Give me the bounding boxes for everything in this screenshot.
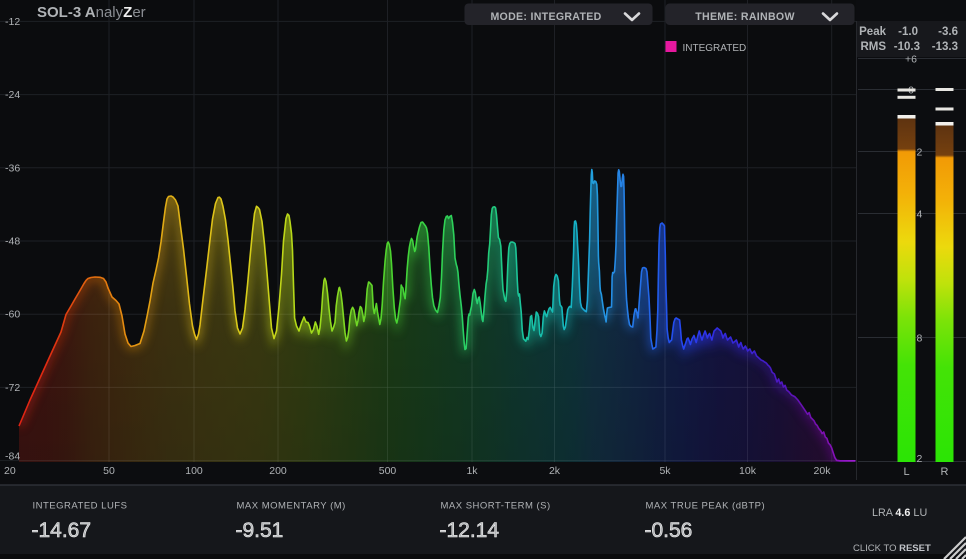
svg-text:-12: -12	[5, 16, 20, 28]
svg-text:-60: -60	[5, 309, 20, 321]
svg-text:-48: -48	[5, 236, 20, 248]
svg-text:LRA 4.6 LU: LRA 4.6 LU	[872, 507, 927, 519]
svg-text:8: 8	[917, 333, 923, 345]
svg-text:5k: 5k	[659, 465, 671, 477]
svg-text:THEME: RAINBOW: THEME: RAINBOW	[695, 11, 795, 23]
svg-text:R: R	[941, 466, 949, 478]
svg-text:-72: -72	[5, 382, 20, 394]
svg-text:MAX MOMENTARY (M): MAX MOMENTARY (M)	[237, 501, 346, 512]
svg-text:INTEGRATED LUFS: INTEGRATED LUFS	[33, 501, 128, 512]
svg-text:-9.51: -9.51	[236, 519, 284, 542]
svg-text:10k: 10k	[739, 465, 757, 477]
svg-text:-13.3: -13.3	[932, 41, 958, 53]
svg-text:MODE: INTEGRATED: MODE: INTEGRATED	[490, 11, 601, 23]
svg-text:+6: +6	[905, 54, 917, 66]
svg-text:50: 50	[103, 465, 115, 477]
svg-text:RMS: RMS	[860, 41, 886, 53]
svg-text:20: 20	[4, 465, 16, 477]
svg-text:500: 500	[379, 465, 397, 477]
svg-text:SOL-3 AnalyZer: SOL-3 AnalyZer	[37, 4, 146, 21]
svg-text:MAX TRUE PEAK (dBTP): MAX TRUE PEAK (dBTP)	[646, 501, 766, 512]
svg-text:2: 2	[917, 453, 923, 465]
svg-text:4: 4	[917, 209, 923, 221]
svg-text:INTEGRATED: INTEGRATED	[683, 43, 747, 54]
svg-text:Peak: Peak	[859, 26, 886, 38]
svg-text:-84: -84	[5, 451, 20, 463]
svg-text:MAX SHORT-TERM (S): MAX SHORT-TERM (S)	[441, 501, 551, 512]
svg-text:-10.3: -10.3	[894, 41, 920, 53]
svg-text:1k: 1k	[466, 465, 478, 477]
svg-text:L: L	[903, 466, 909, 478]
svg-text:20k: 20k	[814, 465, 832, 477]
svg-text:-36: -36	[5, 162, 20, 174]
svg-text:CLICK TO RESET: CLICK TO RESET	[853, 543, 931, 554]
svg-text:-3.6: -3.6	[938, 26, 958, 38]
svg-text:100: 100	[185, 465, 203, 477]
svg-text:2: 2	[917, 147, 923, 159]
svg-text:-12.14: -12.14	[440, 519, 500, 542]
svg-text:200: 200	[269, 465, 287, 477]
svg-text:-1.0: -1.0	[898, 26, 918, 38]
svg-text:-24: -24	[5, 89, 20, 101]
svg-text:-14.67: -14.67	[32, 519, 92, 542]
svg-text:-0.56: -0.56	[645, 519, 693, 542]
svg-text:2k: 2k	[549, 465, 561, 477]
